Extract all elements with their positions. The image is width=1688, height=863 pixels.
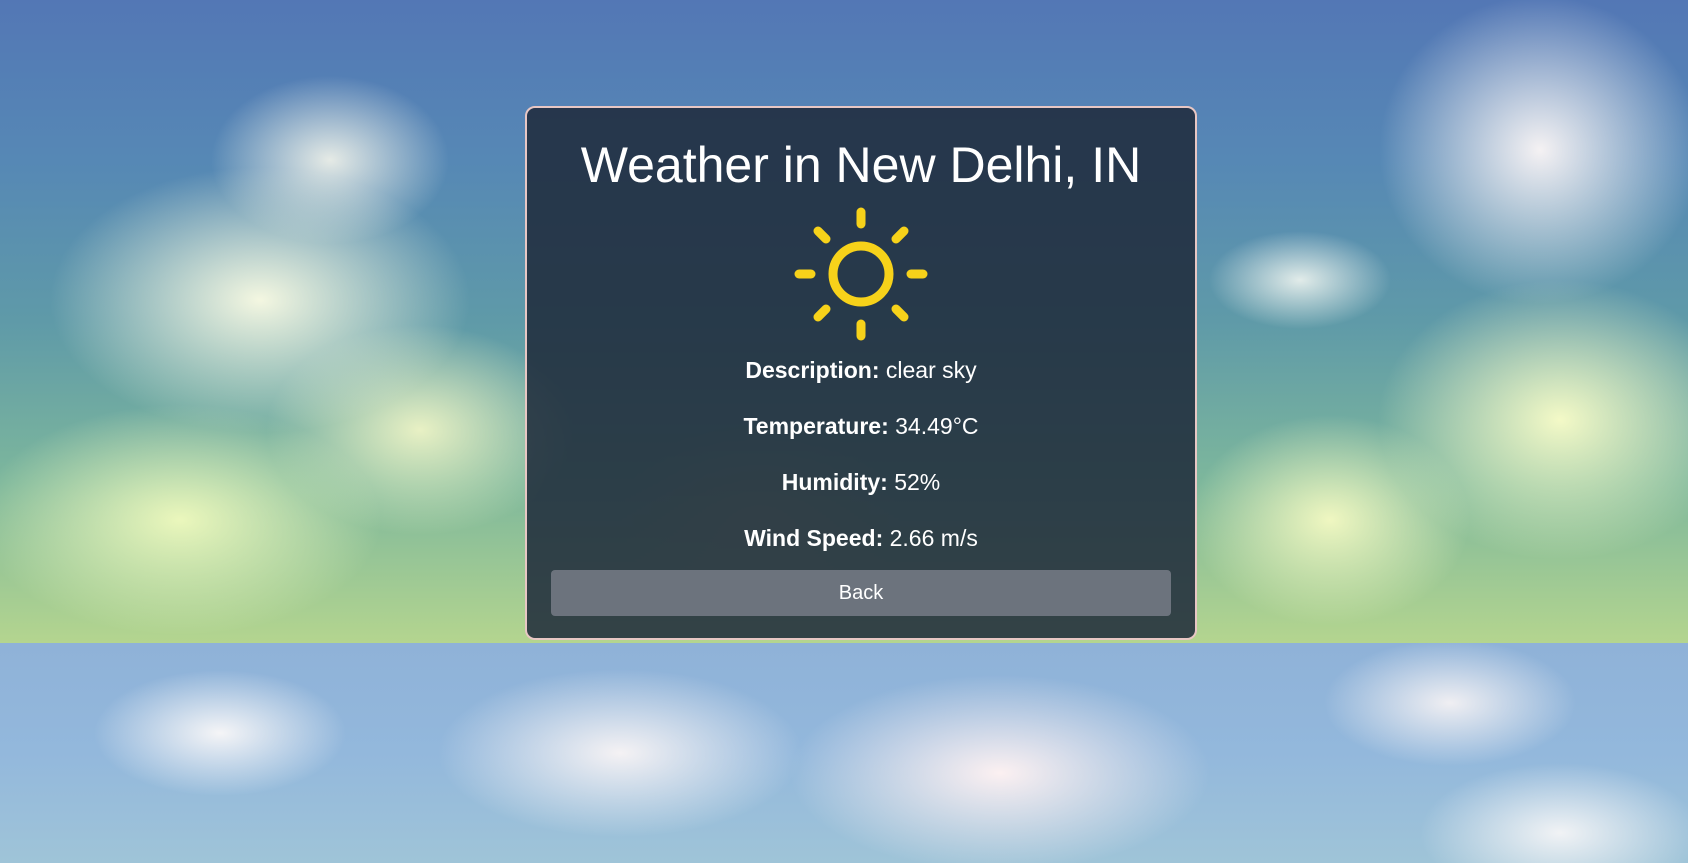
wind-speed-row: Wind Speed: 2.66 m/s <box>527 524 1195 552</box>
description-value: clear sky <box>885 357 977 383</box>
weather-card: Weather in New Delhi, IN Description: cl <box>525 106 1197 640</box>
wind-speed-label: Wind Speed: <box>744 525 884 551</box>
page: Weather in New Delhi, IN Description: cl <box>0 0 1688 863</box>
humidity-value: 52% <box>894 469 941 495</box>
humidity-label: Humidity: <box>781 469 888 495</box>
sky-background-bottom <box>0 643 1688 863</box>
description-row: Description: clear sky <box>527 356 1195 384</box>
wind-speed-value: 2.66 m/s <box>889 525 978 551</box>
temperature-row: Temperature: 34.49°C <box>527 412 1195 440</box>
temperature-label: Temperature: <box>743 413 889 439</box>
back-button[interactable]: Back <box>551 570 1171 616</box>
sun-icon <box>789 202 933 346</box>
humidity-row: Humidity: 52% <box>527 468 1195 496</box>
temperature-value: 34.49°C <box>895 413 979 439</box>
description-label: Description: <box>745 357 880 383</box>
page-title: Weather in New Delhi, IN <box>580 137 1142 193</box>
